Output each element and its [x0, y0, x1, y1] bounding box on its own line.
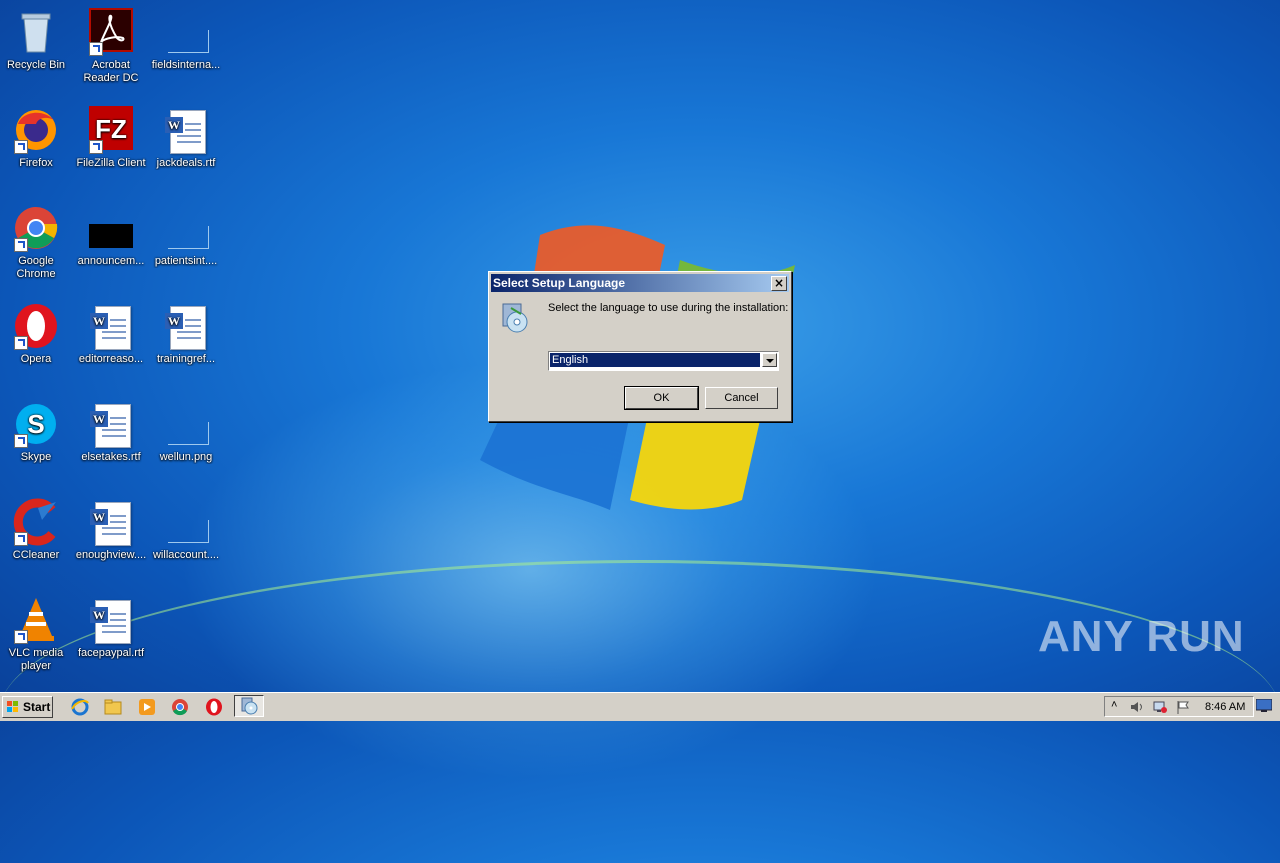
taskbar-clock[interactable]: 8:46 AM	[1205, 701, 1245, 713]
desktop-icon-vlc[interactable]: VLC media player	[0, 596, 73, 673]
desktop-icon-acrobat[interactable]: Acrobat Reader DC	[74, 8, 148, 85]
desktop-icon-label: enoughview....	[75, 549, 147, 561]
setup-icon	[499, 302, 531, 334]
desktop-icon-facepaypal[interactable]: W facepaypal.rtf	[74, 596, 148, 660]
anyrun-watermark: ANY RUN	[1038, 612, 1245, 661]
language-select-value: English	[549, 352, 761, 368]
desktop-icon-label: Opera	[20, 353, 52, 365]
desktop-icon-filezilla[interactable]: FZ FileZilla Client	[74, 106, 148, 170]
setup-language-dialog: Select Setup Language × Select the langu…	[488, 271, 792, 422]
desktop-icon-editorreaso[interactable]: W editorreaso...	[74, 302, 148, 366]
desktop-icon-label: patientsint....	[154, 255, 218, 267]
desktop-icon-label: announcem...	[77, 255, 145, 267]
desktop-icon-label: jackdeals.rtf	[156, 157, 216, 169]
desktop-icon-recycle-bin[interactable]: Recycle Bin	[0, 8, 73, 72]
desktop-icon-label: fieldsinterna...	[151, 59, 221, 71]
desktop-icon-opera[interactable]: Opera	[0, 302, 73, 366]
opera-icon	[12, 302, 60, 350]
desktop-icon-willaccount[interactable]: willaccount....	[149, 498, 223, 562]
desktop-icon-fieldsinterna[interactable]: fieldsinterna...	[149, 8, 223, 72]
close-button[interactable]: ×	[771, 276, 787, 291]
media-player-icon[interactable]	[137, 697, 157, 717]
file-icon	[162, 400, 210, 448]
taskbar: Start ˄ 8:46 AM	[0, 692, 1280, 721]
desktop-icon-jackdeals[interactable]: W jackdeals.rtf	[149, 106, 223, 170]
firefox-icon	[12, 106, 60, 154]
dialog-prompt: Select the language to use during the in…	[548, 302, 789, 314]
desktop-icon-label: editorreaso...	[78, 353, 144, 365]
language-select[interactable]: English	[548, 351, 779, 371]
word-document-icon: W	[87, 596, 135, 644]
network-icon[interactable]	[1152, 699, 1168, 715]
ccleaner-icon	[12, 498, 60, 546]
volume-icon[interactable]	[1129, 699, 1145, 715]
desktop-icon-patientsint[interactable]: patientsint....	[149, 204, 223, 268]
desktop-icon-wellun[interactable]: wellun.png	[149, 400, 223, 464]
explorer-folder-icon[interactable]	[103, 697, 123, 717]
desktop-icon-chrome[interactable]: Google Chrome	[0, 204, 73, 281]
desktop-icon-skype[interactable]: S Skype	[0, 400, 73, 464]
desktop-icon-label: Skype	[20, 451, 52, 463]
desktop-icon-elsetakes[interactable]: W elsetakes.rtf	[74, 400, 148, 464]
taskbar-setup-window[interactable]	[234, 695, 264, 717]
word-document-icon: W	[87, 302, 135, 350]
image-file-icon	[87, 204, 135, 252]
recycle-bin-icon	[12, 8, 60, 56]
desktop-icon-trainingref[interactable]: W trainingref...	[149, 302, 223, 366]
file-icon	[162, 204, 210, 252]
desktop-icon-label: FileZilla Client	[76, 157, 146, 169]
ok-button[interactable]: OK	[624, 386, 699, 410]
word-document-icon: W	[162, 106, 210, 154]
desktop-icon-announcem[interactable]: announcem...	[74, 204, 148, 268]
windows-flag-icon	[7, 701, 18, 712]
skype-icon: S	[12, 400, 60, 448]
desktop-icon-label: Recycle Bin	[6, 59, 66, 71]
desktop-icon-label: Firefox	[19, 157, 53, 169]
chevron-down-icon[interactable]	[762, 353, 777, 367]
setup-icon	[241, 697, 258, 715]
vlc-icon	[12, 596, 60, 644]
desktop-icon-label: willaccount....	[152, 549, 220, 561]
desktop-icon-label: Google Chrome	[16, 255, 56, 280]
show-desktop-icon[interactable]	[1256, 699, 1272, 712]
svg-text:S: S	[27, 409, 44, 439]
desktop-icon-label: Acrobat Reader DC	[83, 59, 139, 84]
chevron-up-icon[interactable]: ˄	[1111, 699, 1117, 711]
internet-explorer-icon[interactable]	[70, 697, 90, 717]
close-icon: ×	[773, 276, 785, 290]
desktop-icon-label: CCleaner	[12, 549, 60, 561]
acrobat-icon	[87, 8, 135, 56]
chrome-icon	[12, 204, 60, 252]
start-label: Start	[23, 700, 51, 714]
desktop-icon-label: VLC media player	[8, 647, 64, 672]
cancel-button[interactable]: Cancel	[705, 387, 778, 409]
desktop-icon-label: facepaypal.rtf	[77, 647, 145, 659]
filezilla-icon: FZ	[87, 106, 135, 154]
desktop-icon-label: wellun.png	[159, 451, 213, 463]
word-document-icon: W	[87, 400, 135, 448]
action-center-flag-icon[interactable]	[1175, 699, 1191, 715]
dialog-title: Select Setup Language	[493, 276, 626, 290]
desktop-icon-ccleaner[interactable]: CCleaner	[0, 498, 73, 562]
dialog-titlebar[interactable]: Select Setup Language ×	[491, 274, 789, 292]
word-document-icon: W	[162, 302, 210, 350]
start-button[interactable]: Start	[2, 696, 53, 718]
word-document-icon: W	[87, 498, 135, 546]
desktop-icon-label: trainingref...	[156, 353, 216, 365]
chrome-icon[interactable]	[170, 697, 190, 717]
desktop-icon-label: elsetakes.rtf	[81, 451, 141, 463]
desktop-icon-enoughview[interactable]: W enoughview....	[74, 498, 148, 562]
file-icon	[162, 8, 210, 56]
desktop-icon-firefox[interactable]: Firefox	[0, 106, 73, 170]
file-icon	[162, 498, 210, 546]
opera-icon[interactable]	[204, 697, 224, 717]
